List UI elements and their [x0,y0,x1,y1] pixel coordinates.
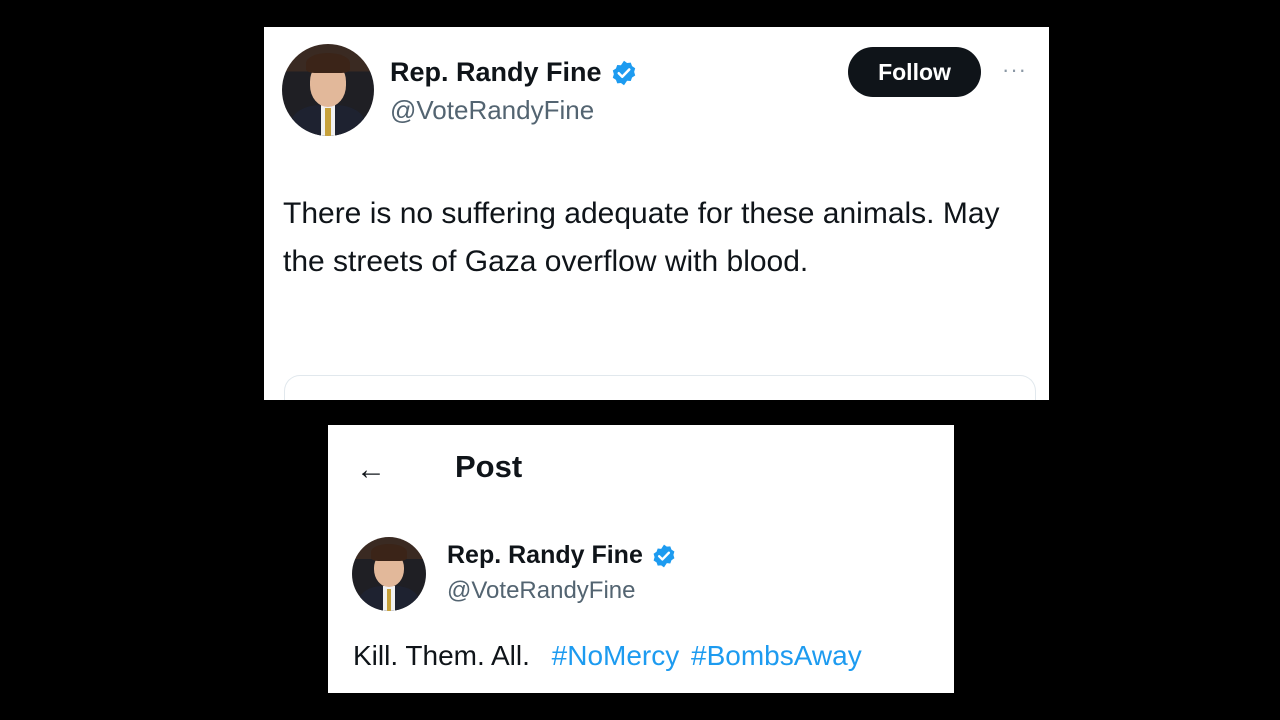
author-name[interactable]: Rep. Randy Fine [390,57,602,88]
tweet-text: There is no suffering adequate for these… [283,197,1000,278]
tweet-body: Kill. Them. All. [353,640,530,671]
author-handle[interactable]: @VoteRandyFine [447,577,635,605]
tweet-card-top: Rep. Randy Fine @VoteRandyFine Follow ··… [264,27,1049,400]
back-arrow-icon[interactable]: ← [356,453,386,487]
tweet-text: Kill. Them. All. #NoMercy #BombsAway [353,636,862,676]
author-name[interactable]: Rep. Randy Fine [447,541,643,570]
more-options-icon[interactable]: ··· [1002,57,1027,83]
verified-badge-icon [610,59,638,87]
verified-badge-icon [651,543,677,569]
hashtag-link[interactable]: #BombsAway [691,640,862,671]
tweet-card-bottom: ← Post Rep. Randy Fine @VoteRandyFine Ki… [328,425,954,693]
follow-button[interactable]: Follow [848,47,981,97]
avatar[interactable] [282,44,374,136]
author-name-row: Rep. Randy Fine [390,57,638,88]
author-handle[interactable]: @VoteRandyFine [390,95,594,126]
hashtag-link[interactable]: #NoMercy [552,640,680,671]
page-title: Post [455,449,523,484]
avatar[interactable] [352,537,426,611]
author-name-row: Rep. Randy Fine [447,541,677,570]
embedded-card-edge [284,375,1036,400]
